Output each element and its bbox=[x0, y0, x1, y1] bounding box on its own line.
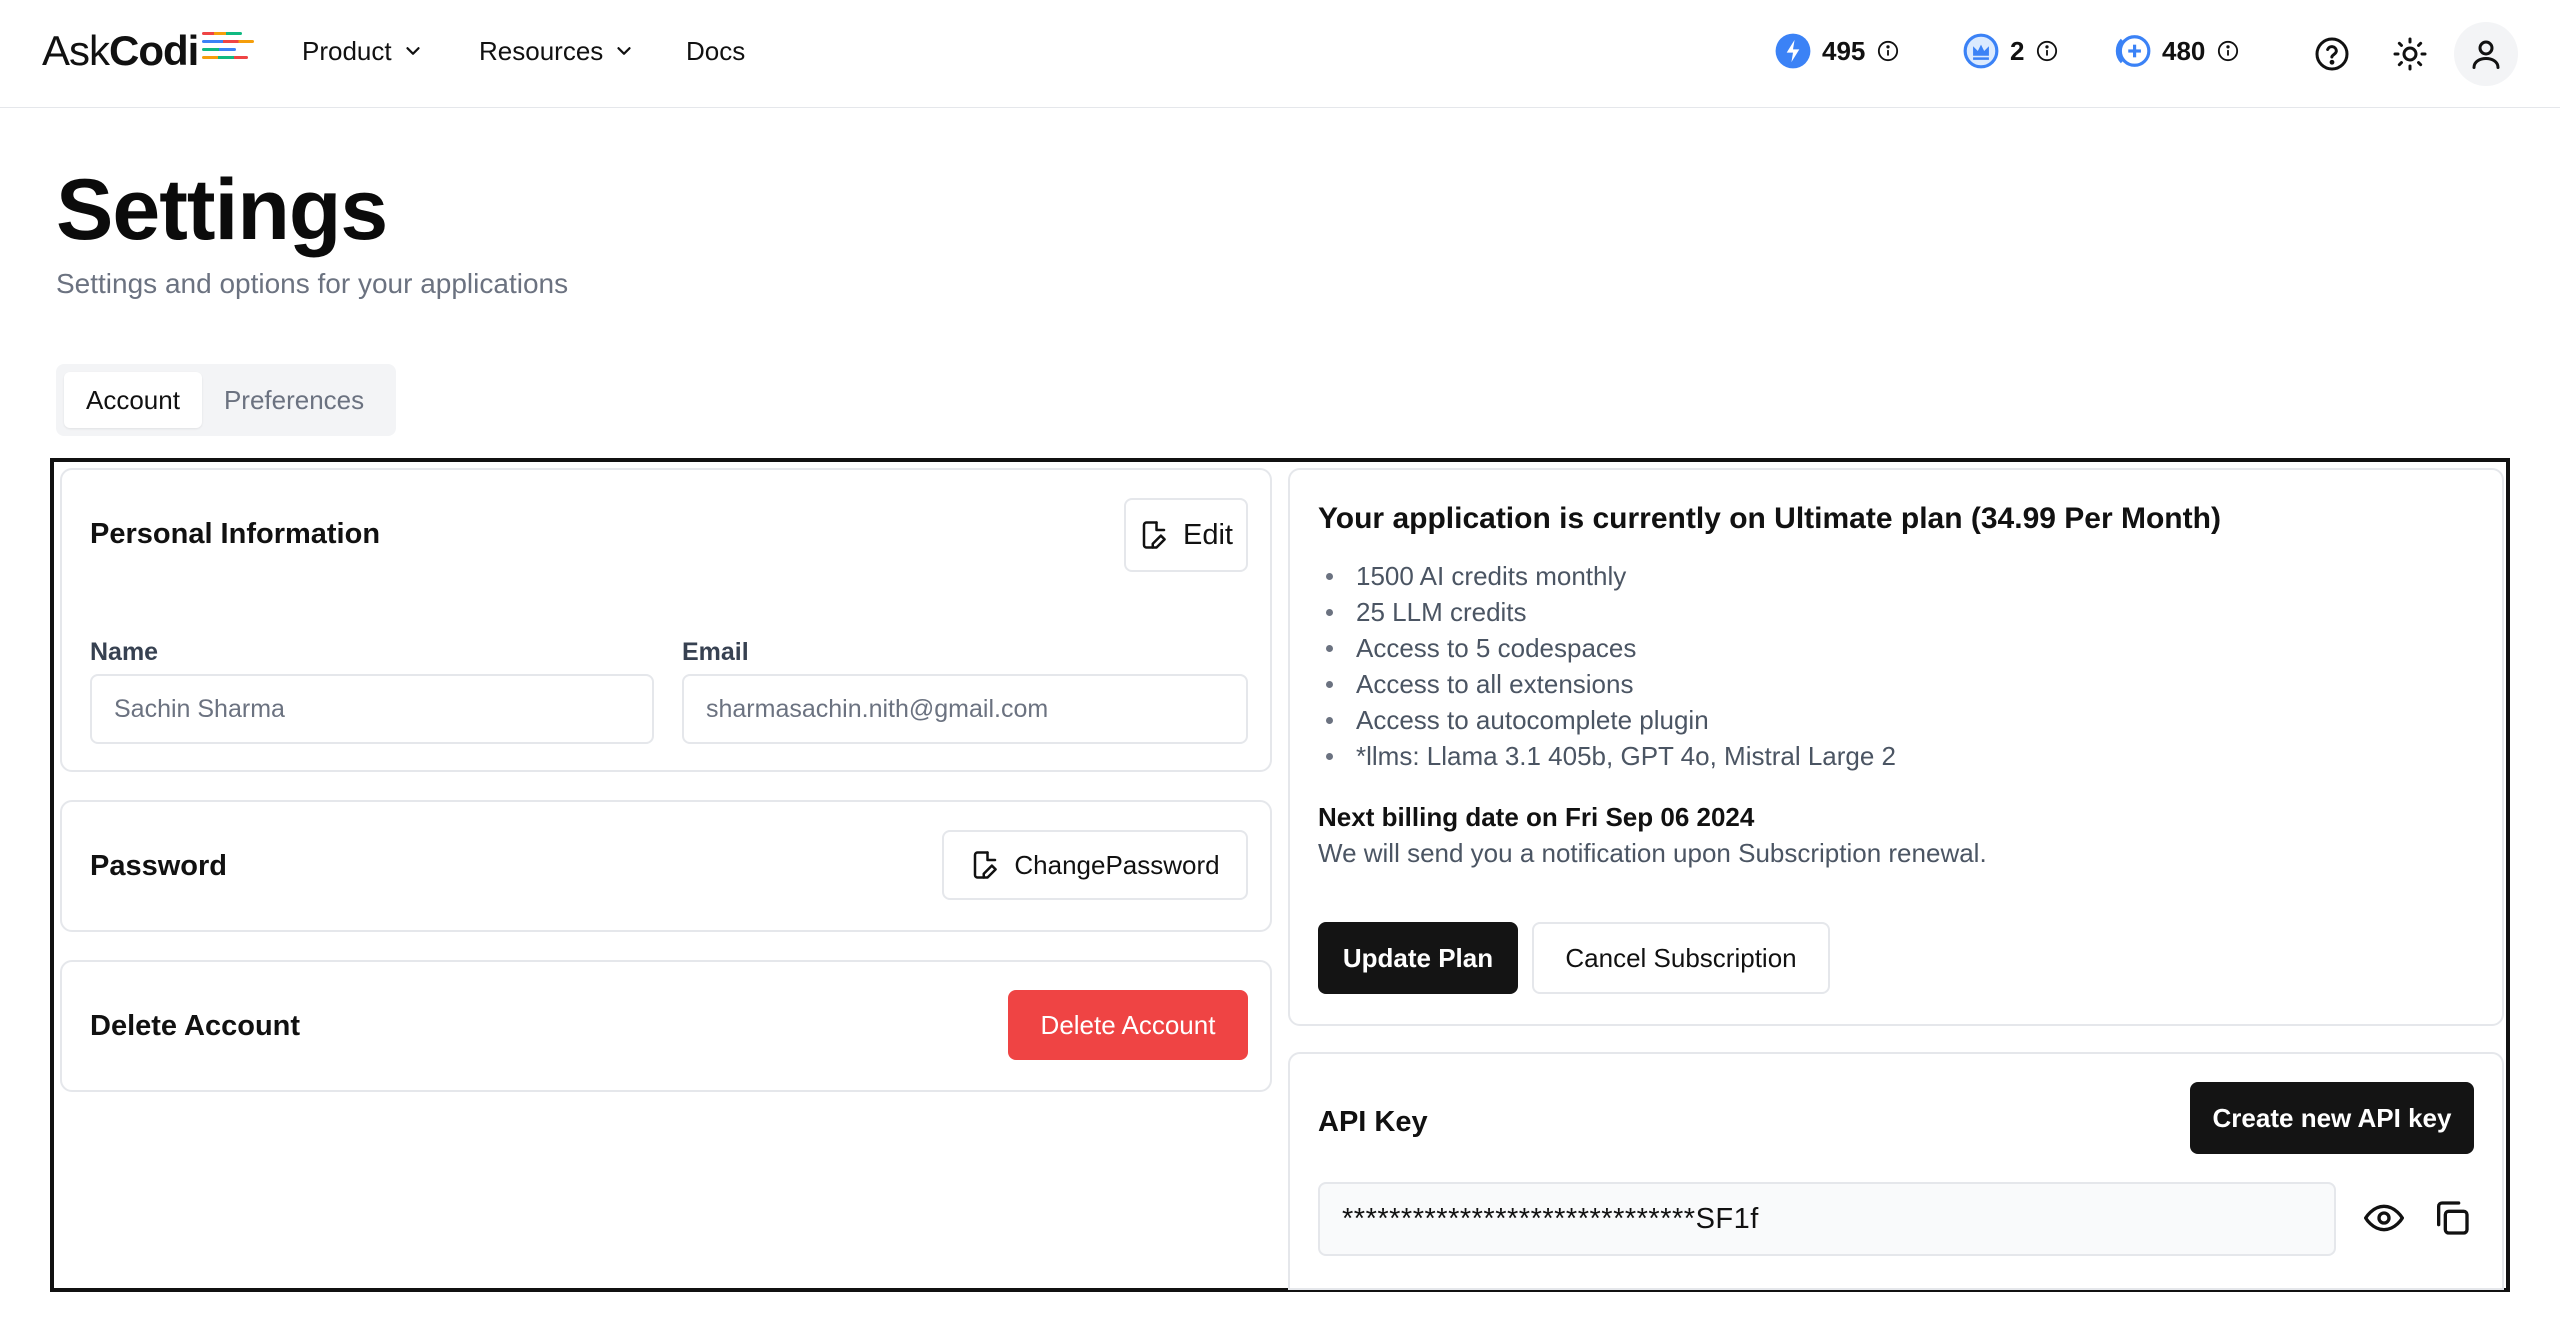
info-icon[interactable] bbox=[1877, 40, 1899, 62]
eye-icon bbox=[2364, 1204, 2404, 1232]
info-icon[interactable] bbox=[2217, 40, 2239, 62]
nav-resources-label: Resources bbox=[479, 35, 604, 66]
api-key-title: API Key bbox=[1318, 1106, 1428, 1138]
settings-tabs: Account Preferences bbox=[56, 364, 396, 436]
sun-icon bbox=[2393, 37, 2427, 71]
plan-title: Your application is currently on Ultimat… bbox=[1318, 502, 2221, 535]
plan-feature-item: Access to 5 codespaces bbox=[1322, 630, 1896, 666]
api-key-card: API Key Create new API key *************… bbox=[1288, 1052, 2504, 1290]
codespace-credits-indicator: 480 bbox=[2114, 30, 2239, 72]
email-field[interactable]: sharmasachin.nith@gmail.com bbox=[682, 674, 1248, 744]
chevron-down-icon bbox=[405, 47, 420, 55]
logo-text-codi: Codi bbox=[109, 27, 199, 74]
personal-information-title: Personal Information bbox=[90, 518, 381, 550]
delete-account-button[interactable]: Delete Account bbox=[1008, 990, 1248, 1060]
tab-preferences[interactable]: Preferences bbox=[202, 372, 386, 428]
page-title: Settings bbox=[56, 162, 388, 258]
billing-note: We will send you a notification upon Sub… bbox=[1318, 838, 1987, 868]
account-settings-panel: Personal Information Edit Name Sachin Sh… bbox=[50, 458, 2510, 1292]
update-plan-button[interactable]: Update Plan bbox=[1318, 922, 1518, 994]
help-button[interactable] bbox=[2300, 22, 2364, 86]
personal-information-card: Personal Information Edit Name Sachin Sh… bbox=[60, 468, 1272, 772]
plan-features-list: 1500 AI credits monthly 25 LLM credits A… bbox=[1322, 558, 1896, 774]
profile-button[interactable] bbox=[2454, 22, 2518, 86]
chevron-down-icon bbox=[617, 47, 631, 55]
email-label: Email bbox=[682, 638, 749, 666]
theme-toggle-button[interactable] bbox=[2378, 22, 2442, 86]
edit-file-icon bbox=[1142, 521, 1166, 549]
password-card: Password ChangePassword bbox=[60, 800, 1272, 932]
subscription-plan-card: Your application is currently on Ultimat… bbox=[1288, 468, 2504, 1026]
password-title: Password bbox=[90, 850, 227, 882]
edit-profile-button[interactable]: Edit bbox=[1124, 498, 1248, 572]
nav-resources-menu[interactable]: Resources bbox=[479, 32, 635, 70]
edit-button-label: Edit bbox=[1183, 518, 1233, 551]
page-subtitle: Settings and options for your applicatio… bbox=[56, 268, 569, 299]
copy-icon bbox=[2437, 1201, 2469, 1235]
askcodi-logo[interactable]: Ask Codi bbox=[42, 27, 255, 74]
llm-credits-indicator: 2 bbox=[1962, 30, 2058, 72]
change-password-label: ChangePassword bbox=[1014, 849, 1220, 880]
plan-feature-item: 1500 AI credits monthly bbox=[1322, 558, 1896, 594]
plus-coin-icon bbox=[2115, 35, 2151, 67]
delete-account-title: Delete Account bbox=[90, 1010, 301, 1042]
copy-api-key-button[interactable] bbox=[2428, 1194, 2476, 1242]
edit-file-icon bbox=[974, 851, 998, 879]
info-icon[interactable] bbox=[2036, 40, 2058, 62]
crown-icon bbox=[1963, 33, 1999, 69]
plan-feature-item: Access to autocomplete plugin bbox=[1322, 702, 1896, 738]
change-password-button[interactable]: ChangePassword bbox=[942, 830, 1248, 900]
name-field[interactable]: Sachin Sharma bbox=[90, 674, 654, 744]
create-api-key-button[interactable]: Create new API key bbox=[2190, 1082, 2474, 1154]
tab-account[interactable]: Account bbox=[64, 372, 202, 428]
ai-credits-indicator: 495 bbox=[1774, 30, 1899, 72]
bolt-icon bbox=[1775, 33, 1811, 69]
logo-code-lines-icon bbox=[202, 32, 255, 59]
plan-feature-item: 25 LLM credits bbox=[1322, 594, 1896, 630]
ai-credits-value: 495 bbox=[1822, 35, 1866, 66]
logo-text-ask: Ask bbox=[42, 27, 110, 74]
nav-docs-label: Docs bbox=[686, 35, 746, 66]
plan-feature-item: Access to all extensions bbox=[1322, 666, 1896, 702]
llm-credits-value: 2 bbox=[2010, 35, 2025, 66]
cancel-subscription-button[interactable]: Cancel Subscription bbox=[1532, 922, 1830, 994]
plan-feature-item: *llms: Llama 3.1 405b, GPT 4o, Mistral L… bbox=[1322, 738, 1896, 774]
nav-product-menu[interactable]: Product bbox=[302, 32, 424, 70]
help-circle-icon bbox=[2315, 37, 2349, 71]
user-icon bbox=[2472, 40, 2500, 69]
delete-account-card: Delete Account Delete Account bbox=[60, 960, 1272, 1092]
nav-docs-link[interactable]: Docs bbox=[686, 32, 745, 70]
show-api-key-button[interactable] bbox=[2360, 1194, 2408, 1242]
api-key-field[interactable]: ******************************SF1f bbox=[1318, 1182, 2336, 1256]
next-billing-date: Next billing date on Fri Sep 06 2024 bbox=[1318, 802, 1755, 832]
top-navbar: Ask Codi Product Resources Docs 495 2 48… bbox=[0, 0, 2560, 108]
cancel-subscription-label: Cancel Subscription bbox=[1565, 942, 1797, 973]
codespace-credits-value: 480 bbox=[2162, 35, 2206, 66]
nav-product-label: Product bbox=[302, 35, 392, 66]
name-label: Name bbox=[90, 638, 159, 666]
